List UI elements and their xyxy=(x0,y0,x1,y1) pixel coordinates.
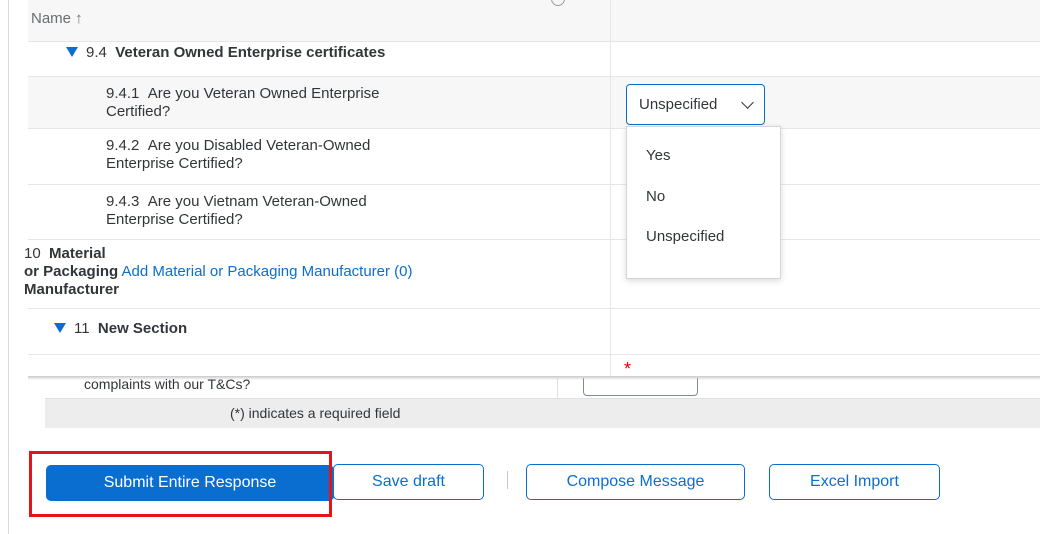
add-manufacturer-link[interactable]: Add Material or Packaging Manufacturer (… xyxy=(122,263,413,280)
collapse-triangle-icon[interactable] xyxy=(66,47,78,58)
question-text: Are you Veteran Owned Enterprise Certifi… xyxy=(106,85,380,120)
section-number: 9.4 xyxy=(86,44,107,61)
question-row-9-4-3: 9.4.3 Are you Vietnam Veteran-Owned Ente… xyxy=(28,185,1040,240)
name-column-header[interactable]: Name ↑ xyxy=(31,10,83,27)
question-text: Are you Disabled Veteran-Owned Enterpris… xyxy=(106,137,371,172)
excel-import-button[interactable]: Excel Import xyxy=(769,464,940,500)
option-no[interactable]: No xyxy=(646,188,665,205)
required-field-note-bar: (*) indicates a required field xyxy=(45,398,1040,428)
table-bottom-shadow xyxy=(28,376,1040,380)
compose-message-button[interactable]: Compose Message xyxy=(526,464,745,500)
certified-select[interactable]: Unspecified xyxy=(626,84,765,125)
questionnaire-table: Name ↑ 9.4 Veteran Owned Enterprise cert… xyxy=(24,0,1040,378)
section-row-9-4[interactable]: 9.4 Veteran Owned Enterprise certificate… xyxy=(28,42,1040,77)
question-text: Are you Vietnam Veteran-Owned Enterprise… xyxy=(106,193,367,228)
question-row-9-4-2: 9.4.2 Are you Disabled Veteran-Owned Ent… xyxy=(28,129,1040,185)
section-number: 10 xyxy=(24,245,41,262)
button-separator xyxy=(507,471,508,489)
column-resize-icon xyxy=(548,0,568,9)
section-title: Veteran Owned Enterprise certificates xyxy=(115,44,386,61)
section-title-line3: Manufacturer xyxy=(24,281,120,298)
collapse-triangle-icon[interactable] xyxy=(54,323,66,334)
section-row-10: 10 Material or Packaging Add Material or… xyxy=(24,240,1040,309)
question-number: 9.4.3 xyxy=(106,193,140,210)
empty-row: * xyxy=(28,355,1040,378)
select-options-popup: Yes No Unspecified xyxy=(626,126,781,279)
table-header: Name ↑ xyxy=(28,0,1040,42)
section-title-line1: Material xyxy=(49,245,106,262)
save-draft-button[interactable]: Save draft xyxy=(333,464,484,500)
required-field-note: (*) indicates a required field xyxy=(230,405,401,421)
chevron-down-icon xyxy=(741,96,754,109)
question-number: 9.4.1 xyxy=(106,85,140,102)
select-value: Unspecified xyxy=(639,96,718,113)
section-row-11[interactable]: 11 New Section xyxy=(28,309,1040,355)
section-title: New Section xyxy=(97,320,188,337)
column-divider xyxy=(610,0,611,378)
submit-entire-response-button[interactable]: Submit Entire Response xyxy=(46,465,334,501)
option-unspecified[interactable]: Unspecified xyxy=(646,228,724,245)
question-number: 9.4.2 xyxy=(106,137,140,154)
section-number: 11 xyxy=(74,320,90,337)
section-title-line2: or Packaging xyxy=(24,263,119,280)
page-left-border xyxy=(8,0,9,534)
question-row-9-4-1: 9.4.1 Are you Veteran Owned Enterprise C… xyxy=(28,77,1040,129)
option-yes[interactable]: Yes xyxy=(646,147,670,164)
background-column-divider xyxy=(557,378,558,398)
